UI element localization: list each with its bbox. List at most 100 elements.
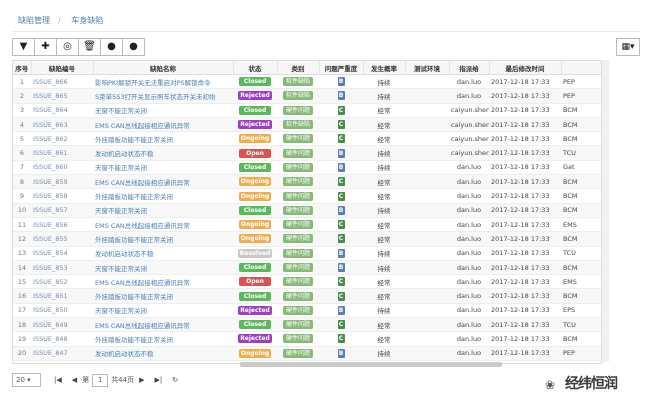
issue-code-link[interactable]: ISSUE_849 xyxy=(31,317,93,333)
issue-name-link[interactable]: 发动机启动状态不稳 xyxy=(93,145,233,161)
issue-name-link[interactable]: 发动机启动状态不稳 xyxy=(93,246,233,261)
issue-name-link[interactable]: 外挂踏板功能不能正常关闭 xyxy=(93,188,233,204)
table-row[interactable]: 20 ISSUE_847 发动机启动状态不稳 Ongoing 硬件问题 B 持续 dan.lu… xyxy=(13,346,601,361)
vertical-scrollbar[interactable] xyxy=(601,60,609,362)
issue-code-link[interactable]: ISSUE_855 xyxy=(31,231,93,247)
table-row[interactable]: 18 ISSUE_849 EMS CAN总线起接相应通讯异常 Closed 硬件问题 C 经… xyxy=(13,317,601,333)
issue-name-link[interactable]: 无窗不能正常关闭 xyxy=(93,103,233,118)
next-page-icon[interactable]: ▶ xyxy=(139,376,144,384)
table-row[interactable]: 10 ISSUE_857 天窗不能正常关闭 Closed 硬件问题 B 持续 dan.luo 2… xyxy=(13,203,601,218)
issue-name-link[interactable]: 天窗不能正常关闭 xyxy=(93,203,233,218)
severity-cell: B xyxy=(319,145,363,161)
column-header[interactable]: 测试环境 xyxy=(405,61,450,75)
status-cell: Ongoing xyxy=(233,217,277,233)
issue-code-link[interactable]: ISSUE_863 xyxy=(31,117,93,133)
issue-code-link[interactable]: ISSUE_848 xyxy=(31,331,93,347)
delete-button[interactable]: 🗑 xyxy=(78,38,100,56)
table-row[interactable]: 4 ISSUE_863 EMS CAN总线起接相应通讯异常 Rejected 软件缺陷 C… xyxy=(13,117,601,133)
issue-name-link[interactable]: EMS CAN总线起接相应通讯异常 xyxy=(93,174,233,190)
issue-code-link[interactable]: ISSUE_862 xyxy=(31,131,93,147)
issue-name-link[interactable]: 外挂踏板功能不能正常关闭 xyxy=(93,231,233,247)
table-row[interactable]: 16 ISSUE_851 外挂踏板功能不能正常关闭 Closed 硬件问题 C 经常 dan.… xyxy=(13,288,601,304)
export-button[interactable]: ● xyxy=(122,38,145,56)
status-cell: Rejected xyxy=(233,303,277,319)
column-header[interactable]: 缺陷编号 xyxy=(31,61,94,75)
column-header[interactable]: 序号 xyxy=(13,61,32,75)
issue-code-link[interactable]: ISSUE_852 xyxy=(31,274,93,290)
issue-code-link[interactable]: ISSUE_866 xyxy=(31,74,93,90)
table-row[interactable]: 11 ISSUE_856 EMS CAN总线起接相应通讯异常 Ongoing 硬件问题 C… xyxy=(13,217,601,233)
table-row[interactable]: 7 ISSUE_860 天窗不能正常关闭 Closed 硬件问题 B 持续 dan.luo 20… xyxy=(13,160,601,176)
issue-name-link[interactable]: 外挂踏板功能不能正常关闭 xyxy=(93,288,233,304)
status-cell: Closed xyxy=(233,103,277,118)
status-badge: Ongoing xyxy=(238,191,272,201)
issue-name-link[interactable]: S菜单5S3打开关显示照车状态开关未初始 xyxy=(93,88,233,104)
table-row[interactable]: 14 ISSUE_853 天窗不能正常关闭 Closed 硬件问题 B 持续 dan.luo 2… xyxy=(13,260,601,276)
issue-name-link[interactable]: EMS CAN总线起接相应通讯异常 xyxy=(93,217,233,233)
issue-code-link[interactable]: ISSUE_856 xyxy=(31,217,93,233)
issue-name-link[interactable]: EMS CAN总线起接相应通讯异常 xyxy=(93,317,233,333)
column-header[interactable]: 缺陷名称 xyxy=(93,61,234,75)
issue-code-link[interactable]: ISSUE_859 xyxy=(31,174,93,190)
add-button[interactable]: ✚ xyxy=(34,38,56,56)
assignee-cell: dan.luo xyxy=(449,260,489,276)
issue-code-link[interactable]: ISSUE_854 xyxy=(31,246,93,261)
table-row[interactable]: 12 ISSUE_855 外挂踏板功能不能正常关闭 Ongoing 硬件问题 C 经常 dan… xyxy=(13,231,601,247)
issue-code-link[interactable]: ISSUE_853 xyxy=(31,260,93,276)
issue-name-link[interactable]: 天窗不能正常关闭 xyxy=(93,160,233,176)
first-page-icon[interactable]: |◀ xyxy=(54,376,62,384)
issue-code-link[interactable]: ISSUE_858 xyxy=(31,188,93,204)
severity-cell: B xyxy=(319,160,363,176)
issue-name-link[interactable]: 影响PKI解锁开关无法重启对PS解锁命令 xyxy=(93,74,233,90)
horizontal-scrollbar[interactable] xyxy=(240,362,502,367)
issue-code-link[interactable]: ISSUE_865 xyxy=(31,88,93,104)
issue-code-link[interactable]: ISSUE_861 xyxy=(31,145,93,161)
table-row[interactable]: 5 ISSUE_862 外挂踏板功能不能正常关闭 Ongoing 硬件问题 C 经常 caiy… xyxy=(13,131,601,147)
severity-cell: C xyxy=(319,174,363,190)
column-header[interactable]: 问题严重度 xyxy=(319,61,364,75)
column-menu-button[interactable]: ▦▾ xyxy=(616,38,640,56)
refresh-icon[interactable]: ↻ xyxy=(172,376,178,384)
filter-button[interactable]: ▼ xyxy=(12,38,34,56)
issue-name-link[interactable]: 外挂踏板功能不能正常关闭 xyxy=(93,131,233,147)
info-button[interactable]: ● xyxy=(100,38,122,56)
last-page-icon[interactable]: ▶| xyxy=(154,376,162,384)
breadcrumb-item[interactable]: 缺陷管理 xyxy=(18,16,50,25)
column-header[interactable] xyxy=(561,61,601,75)
table-row[interactable]: 17 ISSUE_850 天窗不能正常关闭 Rejected 硬件问题 B 持续 dan.lu… xyxy=(13,303,601,319)
issue-name-link[interactable]: 外挂踏板功能不能正常关闭 xyxy=(93,331,233,347)
issue-name-link[interactable]: 天窗不能正常关闭 xyxy=(93,260,233,276)
table-row[interactable]: 2 ISSUE_865 S菜单5S3打开关显示照车状态开关未初始 Rejected 软件… xyxy=(13,88,601,104)
view-button[interactable]: ◎ xyxy=(56,38,78,56)
table-row[interactable]: 19 ISSUE_848 外挂踏板功能不能正常关闭 Rejected 硬件问题 C 经常 da… xyxy=(13,331,601,347)
table-row[interactable]: 1 ISSUE_866 影响PKI解锁开关无法重启对PS解锁命令 Closed 软件缺陷… xyxy=(13,74,601,90)
table-row[interactable]: 9 ISSUE_858 外挂踏板功能不能正常关闭 Ongoing 硬件问题 C 经常 dan.… xyxy=(13,188,601,204)
issue-code-link[interactable]: ISSUE_860 xyxy=(31,160,93,176)
test-env-cell xyxy=(405,103,449,118)
column-header[interactable]: 状态 xyxy=(233,61,278,75)
table-row[interactable]: 8 ISSUE_859 EMS CAN总线起接相应通讯异常 Ongoing 硬件问题 C 经… xyxy=(13,174,601,190)
table-row[interactable]: 15 ISSUE_852 EMS CAN总线起接相应通讯异常 Open 硬件问题 C 经常 d… xyxy=(13,274,601,290)
issue-name-link[interactable]: EMS CAN总线起接相应通讯异常 xyxy=(93,117,233,133)
issue-code-link[interactable]: ISSUE_864 xyxy=(31,103,93,118)
prev-page-icon[interactable]: ◀ xyxy=(72,376,77,384)
column-header[interactable]: 类别 xyxy=(277,61,320,75)
table-row[interactable]: 3 ISSUE_864 无窗不能正常关闭 Closed 硬件问题 C 经常 caiyun.sh… xyxy=(13,103,601,118)
issue-code-link[interactable]: ISSUE_851 xyxy=(31,288,93,304)
issue-code-link[interactable]: ISSUE_847 xyxy=(31,346,93,361)
page-size-select[interactable]: 20 ▾ xyxy=(12,373,41,387)
column-header[interactable]: 发生概率 xyxy=(363,61,406,75)
issue-code-link[interactable]: ISSUE_850 xyxy=(31,303,93,319)
table-row[interactable]: 13 ISSUE_854 发动机启动状态不稳 Resolved 硬件问题 B 持续 dan.l… xyxy=(13,246,601,261)
issue-name-link[interactable]: 天窗不能正常关闭 xyxy=(93,303,233,319)
column-header[interactable]: 指派给 xyxy=(449,61,490,75)
probability-cell: 经常 xyxy=(363,288,405,304)
issue-code-link[interactable]: ISSUE_857 xyxy=(31,203,93,218)
page-input[interactable]: 1 xyxy=(92,373,109,387)
issue-name-link[interactable]: EMS CAN总线起接相应通讯异常 xyxy=(93,274,233,290)
column-header[interactable]: 最后修改时间 xyxy=(489,61,562,75)
breadcrumb-item[interactable]: 车身缺陷 xyxy=(71,16,103,25)
issue-name-link[interactable]: 发动机启动状态不稳 xyxy=(93,346,233,361)
test-env-cell xyxy=(405,217,449,233)
table-row[interactable]: 6 ISSUE_861 发动机启动状态不稳 Open 硬件问题 B 持续 caiyun.she… xyxy=(13,145,601,161)
